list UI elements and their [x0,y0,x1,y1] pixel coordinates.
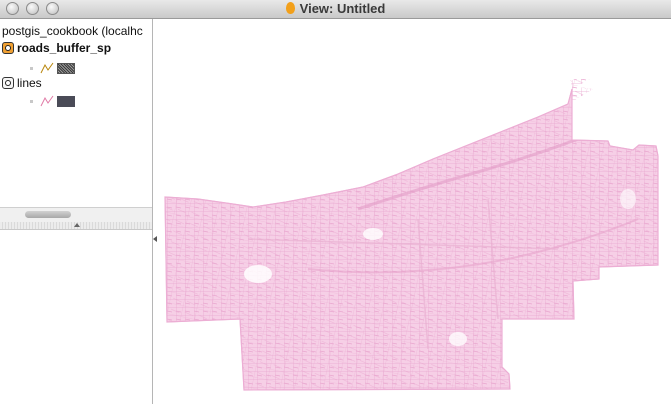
map-features [164,79,659,391]
window-title-area: View: Untitled [0,1,671,16]
line-symbol-icon [40,62,54,74]
layer-visibility-icon[interactable] [2,42,14,54]
layer-row-lines[interactable]: lines [2,75,42,91]
legend-bullet [30,99,33,103]
connection-name[interactable]: postgis_cookbook (localhc [2,24,143,38]
splitter-arrow-icon [74,223,80,227]
vertical-splitter-arrow-icon[interactable] [153,236,157,242]
legend-bullet [30,66,33,70]
table-of-contents-panel: postgis_cookbook (localhc roads_buffer_s… [0,19,153,404]
window-title: View: Untitled [299,1,386,16]
horizontal-scrollbar[interactable] [0,207,152,223]
legend-lines [30,94,75,108]
layer-row-roads-buffer-sp[interactable]: roads_buffer_sp [2,40,111,56]
line-symbol-icon [40,95,54,107]
layer-name: roads_buffer_sp [17,41,112,55]
layer-visibility-icon[interactable] [2,77,14,89]
panel-splitter[interactable] [0,222,152,230]
app-icon [285,2,295,14]
scrollbar-thumb[interactable] [25,211,71,218]
fill-symbol-icon [57,62,75,74]
map-canvas[interactable] [158,19,671,404]
layer-tree: postgis_cookbook (localhc roads_buffer_s… [0,19,152,207]
legend-roads-buffer-sp [30,61,75,75]
fill-symbol-icon [57,95,75,107]
title-bar: View: Untitled [0,0,671,19]
county-roads-layer [164,79,659,391]
layer-name: lines [17,76,42,90]
